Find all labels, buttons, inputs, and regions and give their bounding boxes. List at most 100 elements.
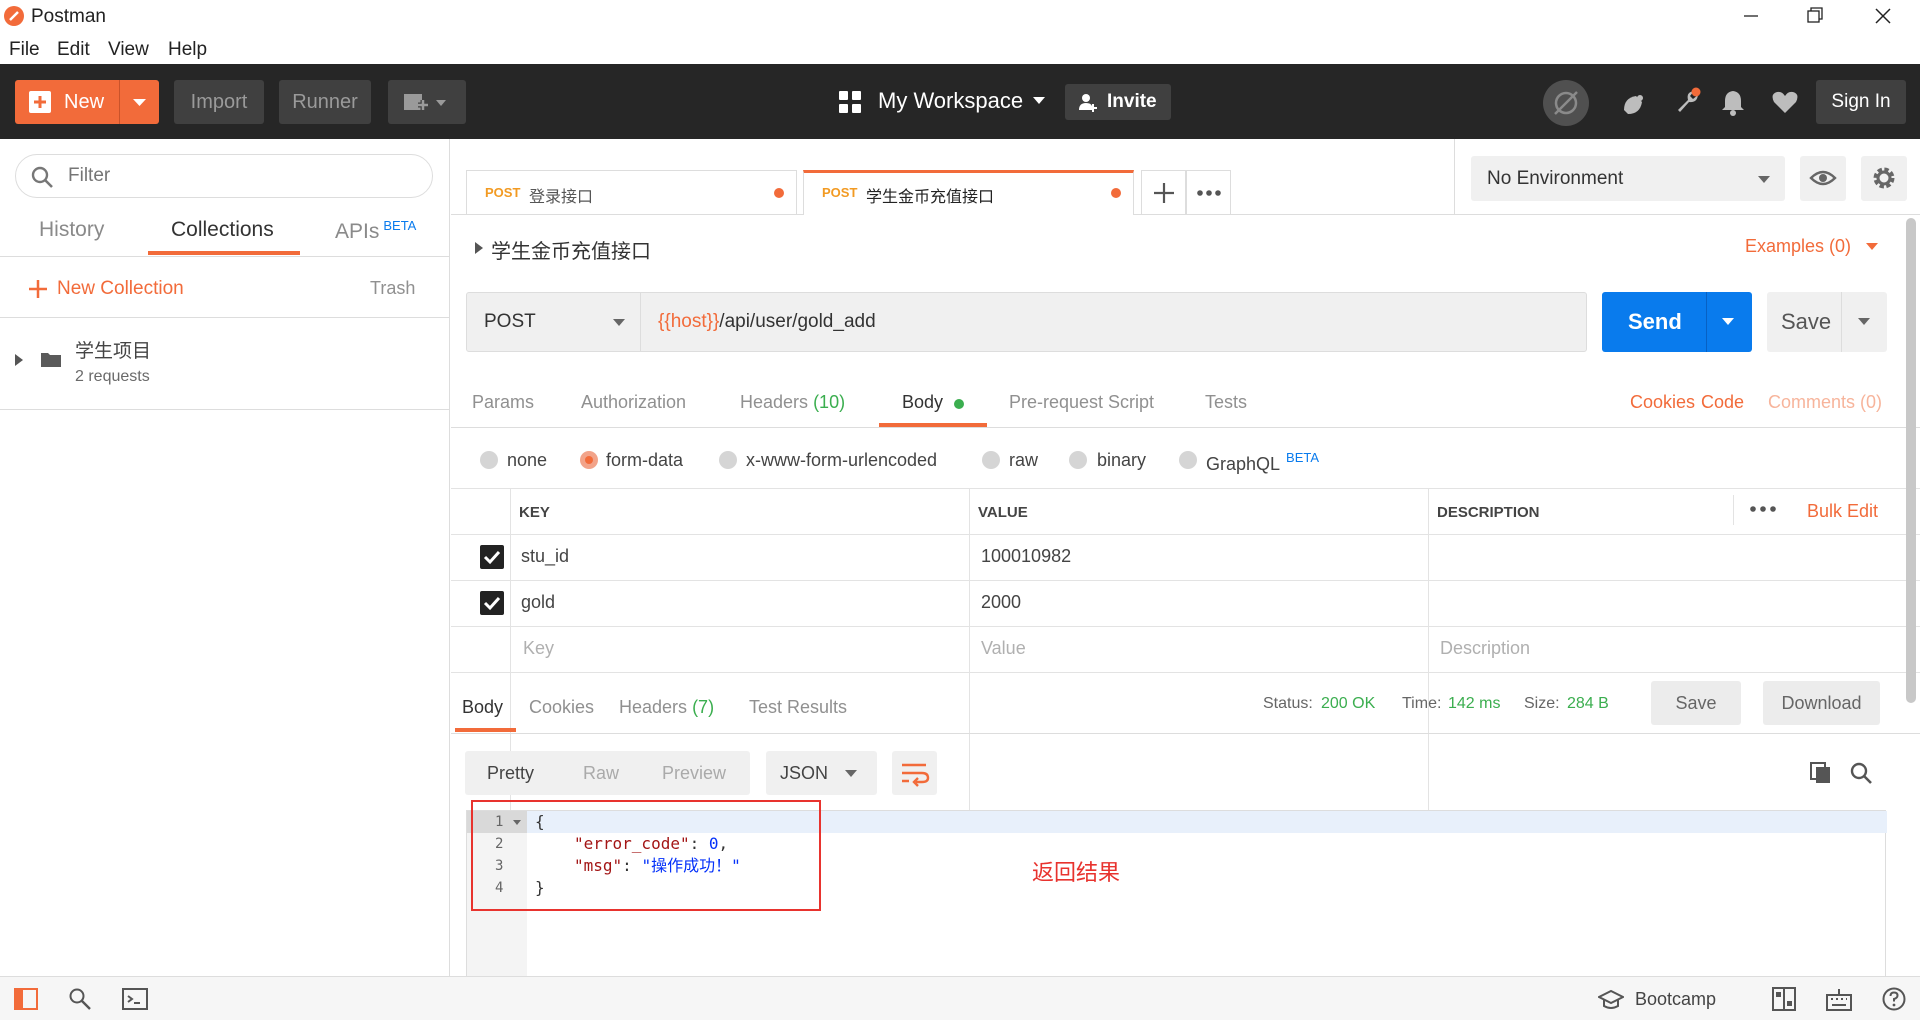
help-icon[interactable] [1882,987,1906,1011]
download-response-button[interactable]: Download [1763,681,1880,725]
radio-raw[interactable] [982,451,1000,469]
find-icon[interactable] [68,987,92,1011]
body-type-urlencoded[interactable]: x-www-form-urlencoded [746,450,937,471]
satellite-icon[interactable] [1620,88,1650,118]
add-tab-button[interactable] [1141,170,1186,214]
request-tab-active[interactable]: POST 学生金币充值接口 [803,170,1134,215]
new-dropdown-caret-icon[interactable] [120,80,159,124]
tab-body[interactable]: Body [902,392,964,413]
save-response-button[interactable]: Save [1651,681,1741,725]
environment-quick-look-button[interactable] [1800,156,1846,201]
close-window-button[interactable] [1852,0,1912,32]
examples-link[interactable]: Examples (0) [1745,236,1851,257]
sign-in-button[interactable]: Sign In [1816,80,1906,124]
bulk-edit-link[interactable]: Bulk Edit [1807,501,1878,522]
radio-none[interactable] [480,451,498,469]
restore-button[interactable] [1784,0,1844,32]
format-select[interactable]: JSON [766,751,877,795]
menu-help[interactable]: Help [168,39,207,61]
row-value[interactable]: 100010982 [981,546,1071,567]
search-icon[interactable] [1849,761,1873,785]
copy-icon[interactable] [1809,761,1833,785]
menu-view[interactable]: View [108,39,149,61]
wrap-lines-button[interactable] [892,751,937,795]
table-options-dots-icon[interactable] [1749,502,1777,516]
filter-field[interactable] [15,154,433,198]
tab-params[interactable]: Params [472,392,534,413]
radio-graphql[interactable] [1179,451,1197,469]
radio-binary[interactable] [1069,451,1087,469]
tab-authorization[interactable]: Authorization [581,392,686,413]
row-checkbox[interactable] [480,545,504,569]
examples-caret-icon[interactable] [1865,242,1879,252]
workspace-selector[interactable]: My Workspace [878,88,1023,114]
wrench-icon[interactable] [1672,86,1702,116]
code-link[interactable]: Code [1701,392,1744,413]
filter-input[interactable] [68,163,408,189]
body-type-binary[interactable]: binary [1097,450,1146,471]
row-value[interactable]: 2000 [981,592,1021,613]
minimize-button[interactable] [1720,0,1780,32]
sync-off-icon[interactable] [1543,80,1589,126]
manage-environments-button[interactable] [1861,156,1907,201]
response-tab-cookies[interactable]: Cookies [529,697,594,718]
response-tab-body[interactable]: Body [462,697,503,718]
workspace-caret-icon[interactable] [1032,96,1046,106]
body-type-none[interactable]: none [507,450,547,471]
save-caret-icon[interactable] [1857,317,1871,327]
send-caret-icon[interactable] [1721,317,1735,327]
save-request-button[interactable]: Save [1767,292,1887,352]
url-input[interactable]: {{host}}/api/user/gold_add [642,293,1586,351]
menu-file[interactable]: File [9,39,40,61]
radio-urlencoded[interactable] [719,451,737,469]
collection-item[interactable]: 学生项目 2 requests [0,318,450,408]
view-mode-raw[interactable]: Raw [583,763,619,784]
new-window-button[interactable] [388,80,466,124]
row-key[interactable]: gold [521,592,555,613]
collapse-caret-icon[interactable] [474,241,484,255]
new-collection-plus-icon[interactable] [27,278,49,300]
body-type-raw[interactable]: raw [1009,450,1038,471]
response-tab-headers[interactable]: Headers (7) [619,697,714,718]
comments-link[interactable]: Comments (0) [1768,392,1882,413]
new-description-placeholder[interactable]: Description [1440,638,1530,659]
environment-select[interactable]: No Environment [1471,156,1785,201]
view-mode-preview[interactable]: Preview [662,763,726,784]
row-checkbox[interactable] [480,591,504,615]
new-key-placeholder[interactable]: Key [523,638,554,659]
tab-tests[interactable]: Tests [1205,392,1247,413]
tab-headers[interactable]: Headers (10) [740,392,845,413]
response-tab-test-results[interactable]: Test Results [749,697,847,718]
heart-icon[interactable] [1771,89,1799,115]
expand-caret-icon[interactable] [14,353,24,367]
invite-button[interactable]: Invite [1065,84,1171,120]
row-key[interactable]: stu_id [521,546,569,567]
tab-pre-request-script[interactable]: Pre-request Script [1009,392,1154,413]
menu-edit[interactable]: Edit [57,39,90,61]
radio-form-data[interactable] [580,451,598,469]
view-mode-pretty[interactable]: Pretty [487,763,534,784]
cookies-link[interactable]: Cookies [1630,392,1695,413]
tab-history[interactable]: History [39,218,104,242]
send-button[interactable]: Send [1602,292,1752,352]
toggle-sidebar-icon[interactable] [14,988,38,1010]
two-pane-view-icon[interactable] [1772,987,1796,1011]
tab-options-button[interactable] [1186,170,1231,214]
keyboard-shortcuts-icon[interactable] [1826,987,1852,1011]
import-button[interactable]: Import [174,80,264,124]
method-select[interactable]: POST [467,293,641,351]
trash-link[interactable]: Trash [370,278,415,299]
new-value-placeholder[interactable]: Value [981,638,1026,659]
notifications-bell-icon[interactable] [1720,88,1746,116]
main-scrollbar[interactable] [1906,218,1916,703]
request-tab[interactable]: POST 登录接口 [466,170,797,214]
new-collection-button[interactable]: New Collection [57,278,184,300]
bootcamp-link[interactable]: Bootcamp [1635,989,1716,1010]
body-type-graphql[interactable]: GraphQL BETA [1206,450,1319,475]
runner-button[interactable]: Runner [279,80,371,124]
new-button[interactable]: New [15,80,159,124]
tab-collections[interactable]: Collections [171,218,274,242]
tab-apis[interactable]: APIs BETA [335,218,416,244]
console-icon[interactable] [122,988,148,1010]
body-type-form-data[interactable]: form-data [606,450,683,471]
